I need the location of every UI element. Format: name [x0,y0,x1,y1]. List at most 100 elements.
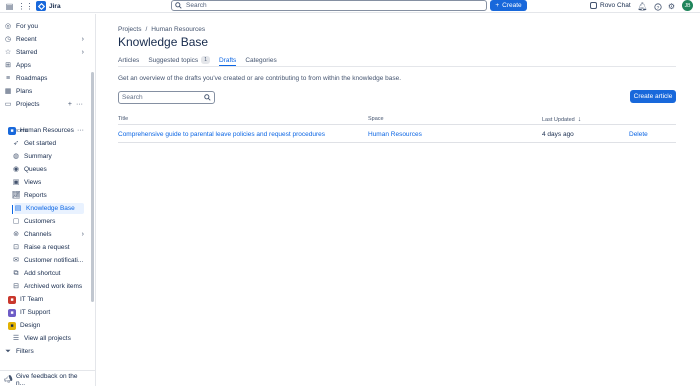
sidebar-item-filters[interactable]: ⏷ Filters [4,346,86,357]
add-project-icon[interactable]: + [68,101,72,108]
envelope-icon: ✉ [13,257,19,264]
sidebar-project-design[interactable]: ■ Design [8,320,82,331]
sidebar-item-archived-work-items[interactable]: ⊟ Archived work items [12,281,86,292]
star-icon: ☆ [4,49,12,56]
create-article-button[interactable]: Create article [630,90,676,103]
top-navigation: ▤ ⋮⋮ Jira Search + Create Rovo Chat 🔔︎ ?… [0,0,700,13]
sidebar-footer: 📣︎ Give feedback on the n... [0,370,96,386]
sort-arrow-down-icon: ↓ [577,116,582,123]
main-content: Projects / Human Resources Knowledge Bas… [118,14,678,386]
drafts-search-input[interactable]: Search [118,91,215,104]
sidebar-item-label: Knowledge Base [26,205,75,212]
sidebar-item-for-you[interactable]: ◎ For you [4,21,86,32]
sidebar-item-summary[interactable]: ◍ Summary [12,151,86,162]
sidebar-item-label: Raise a request [24,244,70,251]
sidebar-item-label: Apps [16,62,31,69]
sidebar-item-knowledge-base[interactable]: ▤ Knowledge Base [14,203,84,214]
app-switcher-icon[interactable]: ⋮⋮ [18,1,34,12]
column-header-title[interactable]: Title [118,116,128,122]
sidebar-item-channels[interactable]: ⊚ Channels › [12,229,86,240]
sidebar-item-label: Add shortcut [24,270,61,277]
draft-title-link[interactable]: Comprehensive guide to parental leave po… [118,131,325,138]
chevron-right-icon: › [81,49,84,56]
breadcrumb-human-resources[interactable]: Human Resources [151,26,205,33]
user-circle-icon: ◎ [4,23,12,30]
create-label: Create [502,2,522,9]
sidebar-item-reports[interactable]: 📈︎ Reports [12,190,86,201]
project-hr-icon: ■ [8,126,16,135]
sidebar-toggle-icon[interactable]: ▤ [4,1,15,12]
sidebar-item-roadmaps[interactable]: ≡ Roadmaps [4,73,86,84]
sidebar-item-customer-notifications[interactable]: ✉ Customer notificati... [12,255,86,266]
column-header-label: Last Updated [542,116,575,123]
sidebar-item-recent[interactable]: ◷ Recent › [4,34,86,45]
sidebar-item-projects[interactable]: ▭ Projects + ··· [4,99,86,110]
more-options-icon[interactable]: ··· [77,127,84,134]
column-header-space[interactable]: Space [368,116,384,122]
sidebar-item-label: IT Support [20,309,51,316]
page-description: Get an overview of the drafts you've cre… [118,75,402,82]
rovo-chat-button[interactable]: Rovo Chat [590,0,631,11]
sidebar-project-it-support[interactable]: ■ IT Support [8,307,82,318]
sidebar-item-label: Plans [16,88,33,95]
request-icon: ⊡ [13,244,19,251]
sidebar-item-raise-request[interactable]: ⊡ Raise a request [12,242,86,253]
sidebar-item-label: Channels [24,231,52,238]
delete-draft-button[interactable]: Delete [629,131,648,138]
list-icon: ☰ [12,335,20,342]
notifications-icon[interactable]: 🔔︎ [637,1,648,12]
tab-label: Categories [245,56,277,64]
tab-suggested-topics[interactable]: Suggested topics 1 [148,54,210,66]
chart-icon: 📈︎ [11,192,21,199]
sidebar-item-starred[interactable]: ☆ Starred › [4,47,86,58]
link-icon: ⧉ [13,270,19,277]
sidebar-item-label: IT Team [20,296,44,303]
globe-icon: ◍ [12,153,20,160]
tab-drafts[interactable]: Drafts [218,54,237,67]
global-search-input[interactable]: Search [171,0,487,11]
filter-icon: ⏷ [5,348,11,355]
help-icon[interactable]: ? [652,1,663,12]
sidebar-item-add-shortcut[interactable]: ⧉ Add shortcut [12,268,86,279]
sidebar-item-views[interactable]: ▣ Views [12,177,86,188]
sidebar-item-apps[interactable]: ⊞ Apps [4,60,86,71]
project-it-support-icon: ■ [8,308,16,317]
sidebar-item-label: Roadmaps [16,75,48,82]
tab-label: Articles [118,56,140,64]
sidebar-item-label: Queues [24,166,47,173]
sidebar-item-label: Archived work items [24,283,83,290]
customers-icon: ▢ [12,218,20,225]
sidebar-item-queues[interactable]: ◉ Queues [12,164,86,175]
breadcrumb-separator: / [145,26,148,33]
sidebar-project-it-team[interactable]: ■ IT Team [8,294,82,305]
user-avatar[interactable]: JB [682,0,693,11]
tab-label: Drafts [218,56,237,64]
space-link[interactable]: Human Resources [368,131,422,138]
views-icon: ▣ [12,179,20,186]
create-button[interactable]: + Create [490,0,527,11]
book-icon: ▤ [14,205,22,212]
give-feedback-button[interactable]: 📣︎ Give feedback on the n... [4,373,86,386]
search-icon [204,94,211,101]
tab-categories[interactable]: Categories [245,54,276,66]
tab-list: Articles Suggested topics 1 Drafts Categ… [118,54,277,67]
column-header-last-updated[interactable]: Last Updated ↓ [542,116,581,123]
sidebar-item-label: Human Resources [20,127,74,134]
sidebar-item-label: For you [16,23,39,30]
sidebar-scrollbar[interactable] [91,72,94,302]
settings-gear-icon[interactable]: ⚙ [666,1,677,12]
sidebar-item-get-started[interactable]: ➶ Get started [12,138,86,149]
chevron-right-icon: › [81,36,84,43]
sidebar-item-plans[interactable]: ▦ Plans [4,86,86,97]
archive-icon: ⊟ [13,283,19,290]
more-options-icon[interactable]: ··· [76,101,83,108]
sidebar-project-human-resources[interactable]: ■ Human Resources ··· [8,125,86,136]
plans-icon: ▦ [4,88,12,95]
jira-logo[interactable]: Jira [36,1,61,11]
breadcrumb-projects[interactable]: Projects [118,26,141,33]
projects-folder-icon: ▭ [4,101,12,108]
tab-articles[interactable]: Articles [118,54,139,66]
sidebar-item-customers[interactable]: ▢ Customers [12,216,86,227]
roadmap-icon: ≡ [5,75,11,82]
sidebar-item-view-all-projects[interactable]: ☰ View all projects [12,333,86,344]
